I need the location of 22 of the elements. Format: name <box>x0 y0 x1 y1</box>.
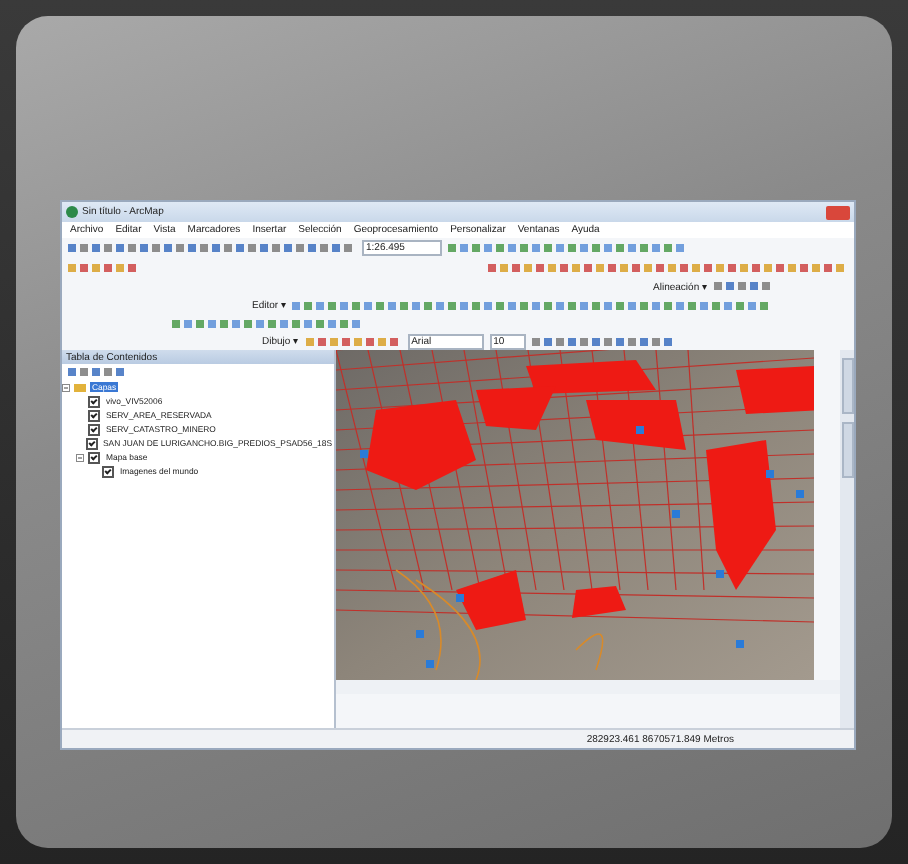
layer-checkbox[interactable] <box>88 423 100 435</box>
close-button[interactable] <box>826 205 850 219</box>
toolbar-icons-drawing[interactable] <box>305 335 402 347</box>
toolbar-icons-drawing[interactable] <box>448 242 688 254</box>
toolbar-icons-drawing[interactable] <box>68 261 140 273</box>
layer-checkbox[interactable] <box>88 395 100 407</box>
layer-checkbox[interactable] <box>88 409 100 421</box>
toolbar-icons-drawing[interactable] <box>292 299 773 311</box>
layer-checkbox[interactable] <box>86 437 97 449</box>
layer-checkbox[interactable] <box>88 451 100 463</box>
folder-icon <box>74 382 86 392</box>
minus-box-icon[interactable] <box>62 383 70 391</box>
toolbar-icons-drawing[interactable] <box>531 335 676 347</box>
globe-icon <box>66 206 78 218</box>
toolbar-icons-drawing[interactable] <box>68 242 356 254</box>
layer-checkbox[interactable] <box>102 465 114 477</box>
toolbar-icons-drawing[interactable] <box>68 366 128 378</box>
toolbar-icons-drawing[interactable] <box>172 317 364 329</box>
toolbar-icons-drawing[interactable] <box>714 280 774 292</box>
satellite-map-drawing[interactable] <box>336 350 814 680</box>
toolbar-icons-drawing[interactable] <box>488 261 848 273</box>
minus-box-icon[interactable] <box>76 453 84 461</box>
